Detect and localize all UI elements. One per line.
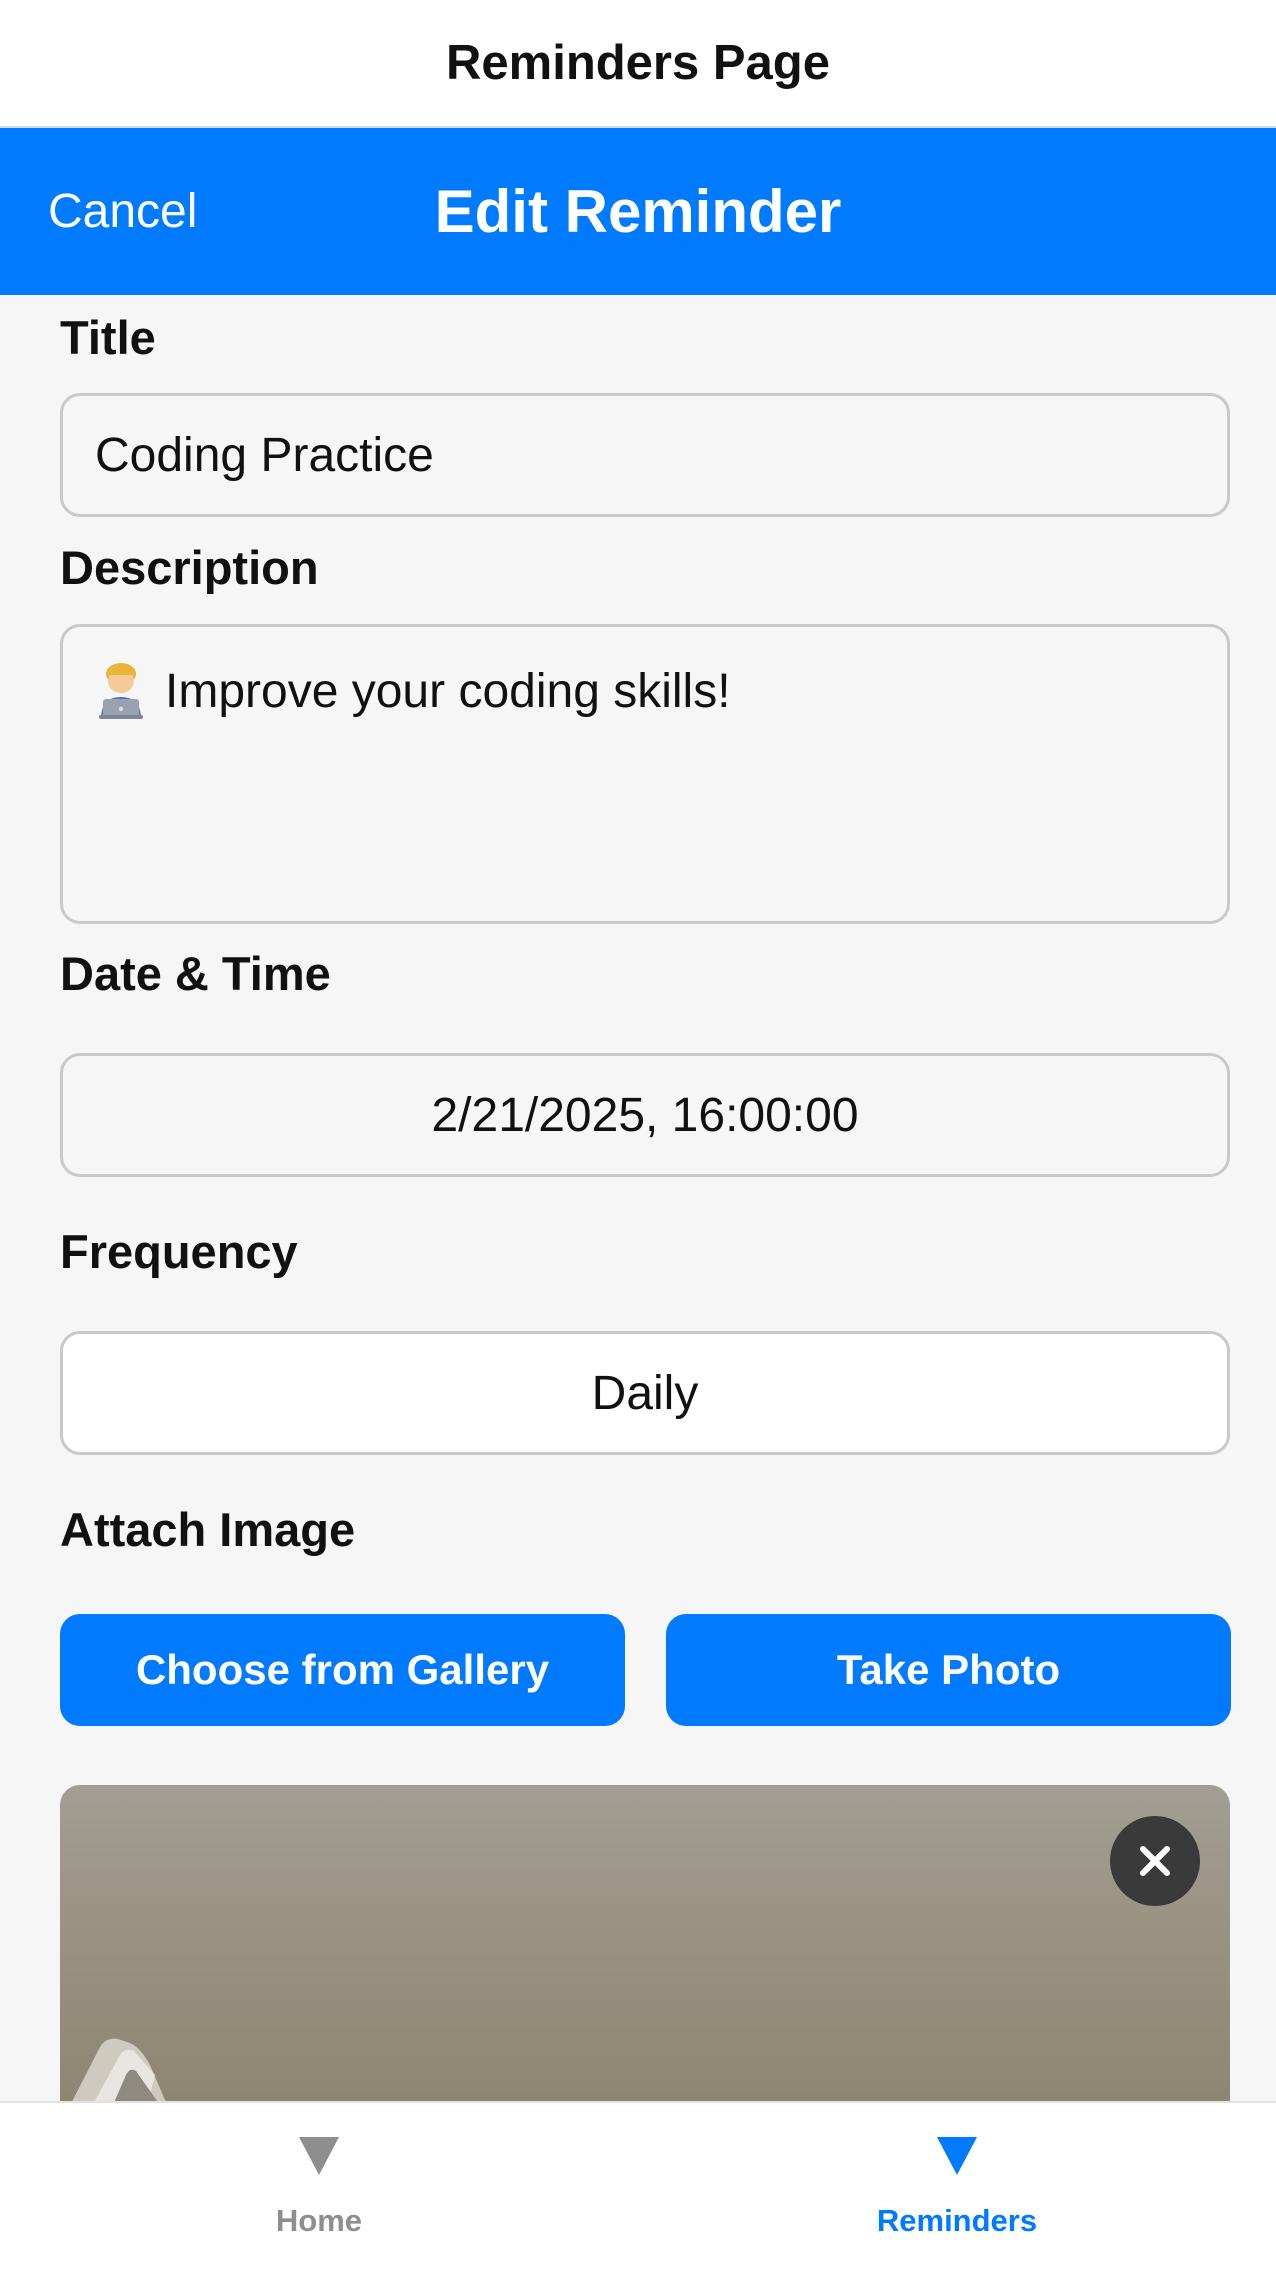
description-value: Improve your coding skills! bbox=[165, 665, 731, 718]
title-input-value: Coding Practice bbox=[95, 428, 434, 482]
choose-from-gallery-button[interactable]: Choose from Gallery bbox=[60, 1614, 625, 1726]
photo-object-shape bbox=[65, 2038, 172, 2115]
close-icon bbox=[1140, 1846, 1170, 1876]
reminders-page: Reminders Page Cancel Edit Reminder Titl… bbox=[0, 0, 1276, 2295]
remove-image-button[interactable] bbox=[1110, 1816, 1200, 1906]
tab-reminders[interactable]: Reminders bbox=[638, 2103, 1276, 2295]
frequency-value: Daily bbox=[591, 1366, 699, 1420]
bottom-tab-bar: Home Reminders bbox=[0, 2101, 1276, 2295]
description-label: Description bbox=[60, 541, 319, 594]
take-photo-button[interactable]: Take Photo bbox=[666, 1614, 1231, 1726]
frequency-select[interactable]: Daily bbox=[60, 1331, 1230, 1455]
datetime-label: Date & Time bbox=[60, 947, 331, 1000]
page-header: Reminders Page bbox=[0, 0, 1276, 128]
frequency-label: Frequency bbox=[60, 1225, 298, 1278]
reminders-triangle-icon bbox=[937, 2137, 977, 2175]
attach-image-label: Attach Image bbox=[60, 1503, 356, 1556]
technologist-emoji-icon bbox=[95, 659, 147, 719]
title-input[interactable]: Coding Practice bbox=[60, 393, 1230, 517]
edit-nav-bar: Cancel Edit Reminder bbox=[0, 128, 1276, 295]
datetime-value: 2/21/2025, 16:00:00 bbox=[431, 1088, 859, 1142]
title-label: Title bbox=[60, 311, 156, 364]
datetime-picker[interactable]: 2/21/2025, 16:00:00 bbox=[60, 1053, 1230, 1177]
nav-title: Edit Reminder bbox=[434, 178, 842, 245]
tab-home[interactable]: Home bbox=[0, 2103, 638, 2295]
home-triangle-icon bbox=[299, 2137, 339, 2175]
attached-image-preview bbox=[60, 1785, 1230, 2115]
page-title: Reminders Page bbox=[446, 36, 830, 90]
description-textarea[interactable]: Improve your coding skills! bbox=[60, 624, 1230, 924]
tab-reminders-label: Reminders bbox=[876, 2203, 1038, 2238]
tab-home-label: Home bbox=[275, 2203, 363, 2238]
